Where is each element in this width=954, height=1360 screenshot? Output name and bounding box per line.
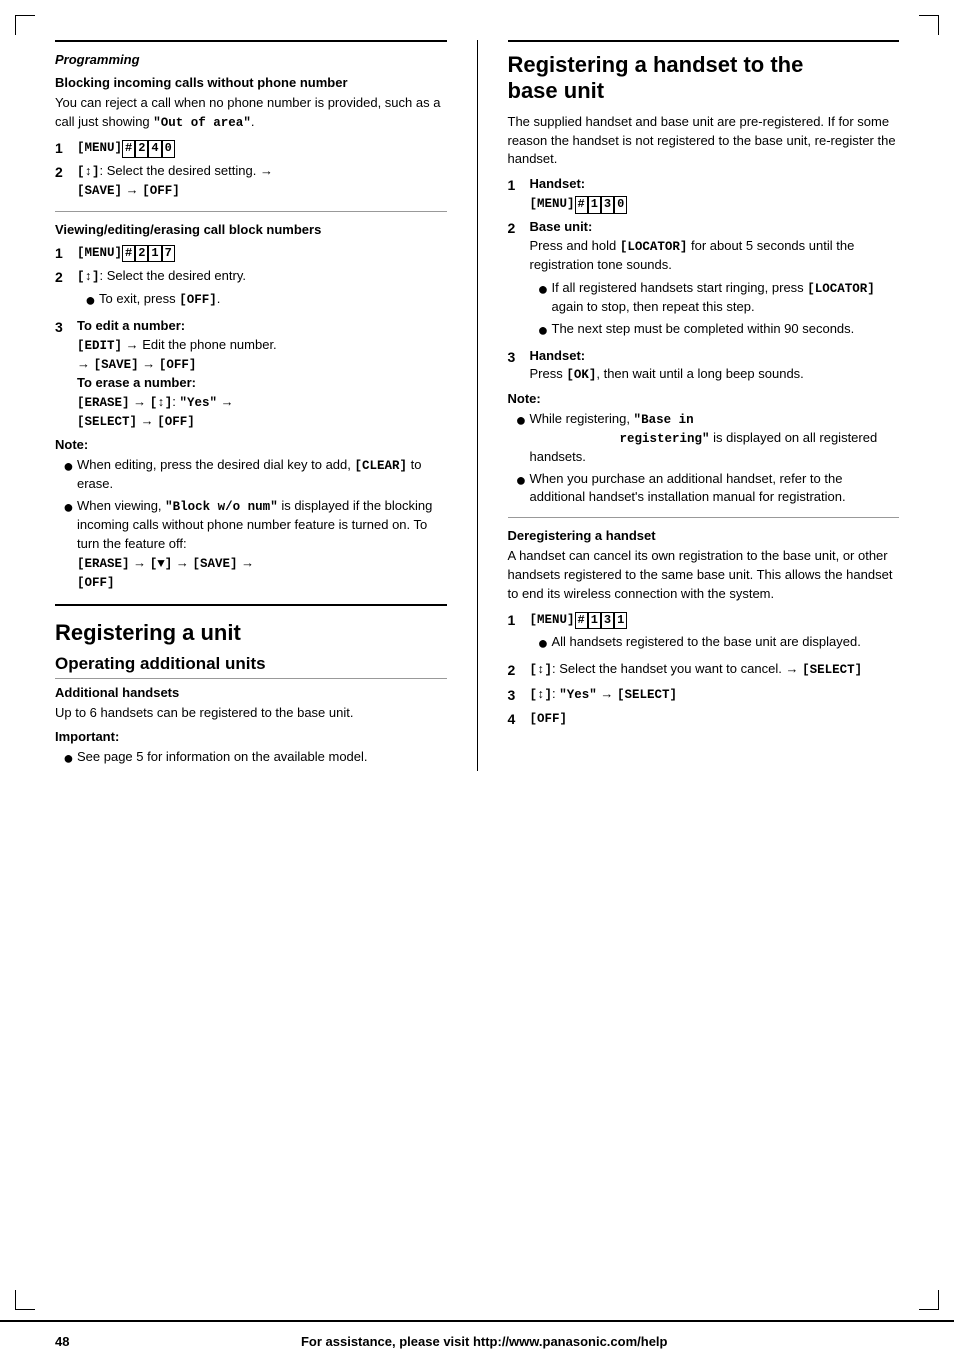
- deregistering-step-1-bullets: ● All handsets registered to the base un…: [538, 633, 900, 652]
- registering-steps: 1 Handset: [MENU]#130 2 Base unit: Press…: [508, 175, 900, 384]
- operating-title: Operating additional units: [55, 654, 447, 679]
- registering-notes: ● While registering, "Base in registerin…: [516, 410, 900, 508]
- viewing-step-3: 3 To edit a number: [EDIT] → Edit the ph…: [55, 317, 447, 431]
- corner-mark-tl: [15, 15, 35, 35]
- important-bullet-1-text: See page 5 for information on the availa…: [77, 748, 368, 767]
- section-title: Programming: [55, 52, 447, 67]
- blocking-title: Blocking incoming calls without phone nu…: [55, 75, 447, 90]
- registering-step-2: 2 Base unit: Press and hold [LOCATOR] fo…: [508, 218, 900, 343]
- registering-handset-title: Registering a handset to thebase unit: [508, 52, 900, 105]
- left-column: Programming Blocking incoming calls with…: [55, 40, 478, 771]
- registering-intro: The supplied handset and base unit are p…: [508, 113, 900, 170]
- blocking-note-2: ● When viewing, "Block w/o num" is displ…: [63, 497, 447, 592]
- corner-mark-br: [919, 1290, 939, 1310]
- deregistering-steps: 1 [MENU]#131 ● All handsets registered t…: [508, 610, 900, 729]
- deregistering-step-2: 2 [↕]: Select the handset you want to ca…: [508, 660, 900, 680]
- registering-step-2-bullets: ● If all registered handsets start ringi…: [538, 279, 900, 339]
- top-divider-right: [508, 40, 900, 42]
- reg-step-2-bullet-2: ● The next step must be completed within…: [538, 320, 900, 339]
- corner-mark-tr: [919, 15, 939, 35]
- blocking-steps: 1 [MENU]#240 2 [↕]: Select the desired s…: [55, 138, 447, 201]
- registering-unit-title: Registering a unit: [55, 620, 447, 646]
- footer-text: For assistance, please visit http://www.…: [69, 1334, 899, 1349]
- bottom-bar: 48 For assistance, please visit http://w…: [0, 1320, 954, 1360]
- important-bullets: ● See page 5 for information on the avai…: [63, 748, 447, 767]
- registering-step-1: 1 Handset: [MENU]#130: [508, 175, 900, 213]
- blocking-notes: ● When editing, press the desired dial k…: [63, 456, 447, 592]
- deregistering-step-3: 3 [↕]: "Yes" → [SELECT]: [508, 685, 900, 705]
- viewing-step-2-bullets: ● To exit, press [OFF].: [85, 290, 447, 309]
- registering-note-1: ● While registering, "Base in registerin…: [516, 410, 900, 467]
- blocking-step-2: 2 [↕]: Select the desired setting. → [SA…: [55, 162, 447, 200]
- viewing-step-2: 2 [↕]: Select the desired entry. ● To ex…: [55, 267, 447, 313]
- deregistering-step-4: 4 [OFF]: [508, 709, 900, 729]
- blocking-intro: You can reject a call when no phone numb…: [55, 94, 447, 132]
- registering-step-3: 3 Handset: Press [OK], then wait until a…: [508, 347, 900, 385]
- note-label-registering: Note:: [508, 391, 900, 406]
- content-area: Programming Blocking incoming calls with…: [0, 40, 954, 771]
- top-divider-left: [55, 40, 447, 42]
- viewing-title: Viewing/editing/erasing call block numbe…: [55, 222, 447, 237]
- important-bullet-1: ● See page 5 for information on the avai…: [63, 748, 447, 767]
- viewing-steps: 1 [MENU]#217 2 [↕]: Select the desired e…: [55, 243, 447, 432]
- blocking-step-1: 1 [MENU]#240: [55, 138, 447, 158]
- deregistering-step-1: 1 [MENU]#131 ● All handsets registered t…: [508, 610, 900, 657]
- note-label-blocking: Note:: [55, 437, 447, 452]
- deregistering-title: Deregistering a handset: [508, 528, 900, 543]
- reg-step-2-bullet-1: ● If all registered handsets start ringi…: [538, 279, 900, 317]
- registering-note-2: ● When you purchase an additional handse…: [516, 470, 900, 508]
- viewing-step-2-bullet-1: ● To exit, press [OFF].: [85, 290, 447, 309]
- blocking-note-1: ● When editing, press the desired dial k…: [63, 456, 447, 494]
- page-number: 48: [55, 1334, 69, 1349]
- dereg-step-1-bullet-1: ● All handsets registered to the base un…: [538, 633, 900, 652]
- divider-deregistering: [508, 517, 900, 518]
- right-column: Registering a handset to thebase unit Th…: [478, 40, 900, 771]
- viewing-step-1: 1 [MENU]#217: [55, 243, 447, 263]
- page: Programming Blocking incoming calls with…: [0, 0, 954, 1360]
- important-label: Important:: [55, 729, 447, 744]
- divider-registering-unit: [55, 604, 447, 606]
- divider-viewing: [55, 211, 447, 212]
- additional-handsets-title: Additional handsets: [55, 685, 447, 700]
- deregistering-intro: A handset can cancel its own registratio…: [508, 547, 900, 604]
- additional-handsets-text: Up to 6 handsets can be registered to th…: [55, 704, 447, 723]
- corner-mark-bl: [15, 1290, 35, 1310]
